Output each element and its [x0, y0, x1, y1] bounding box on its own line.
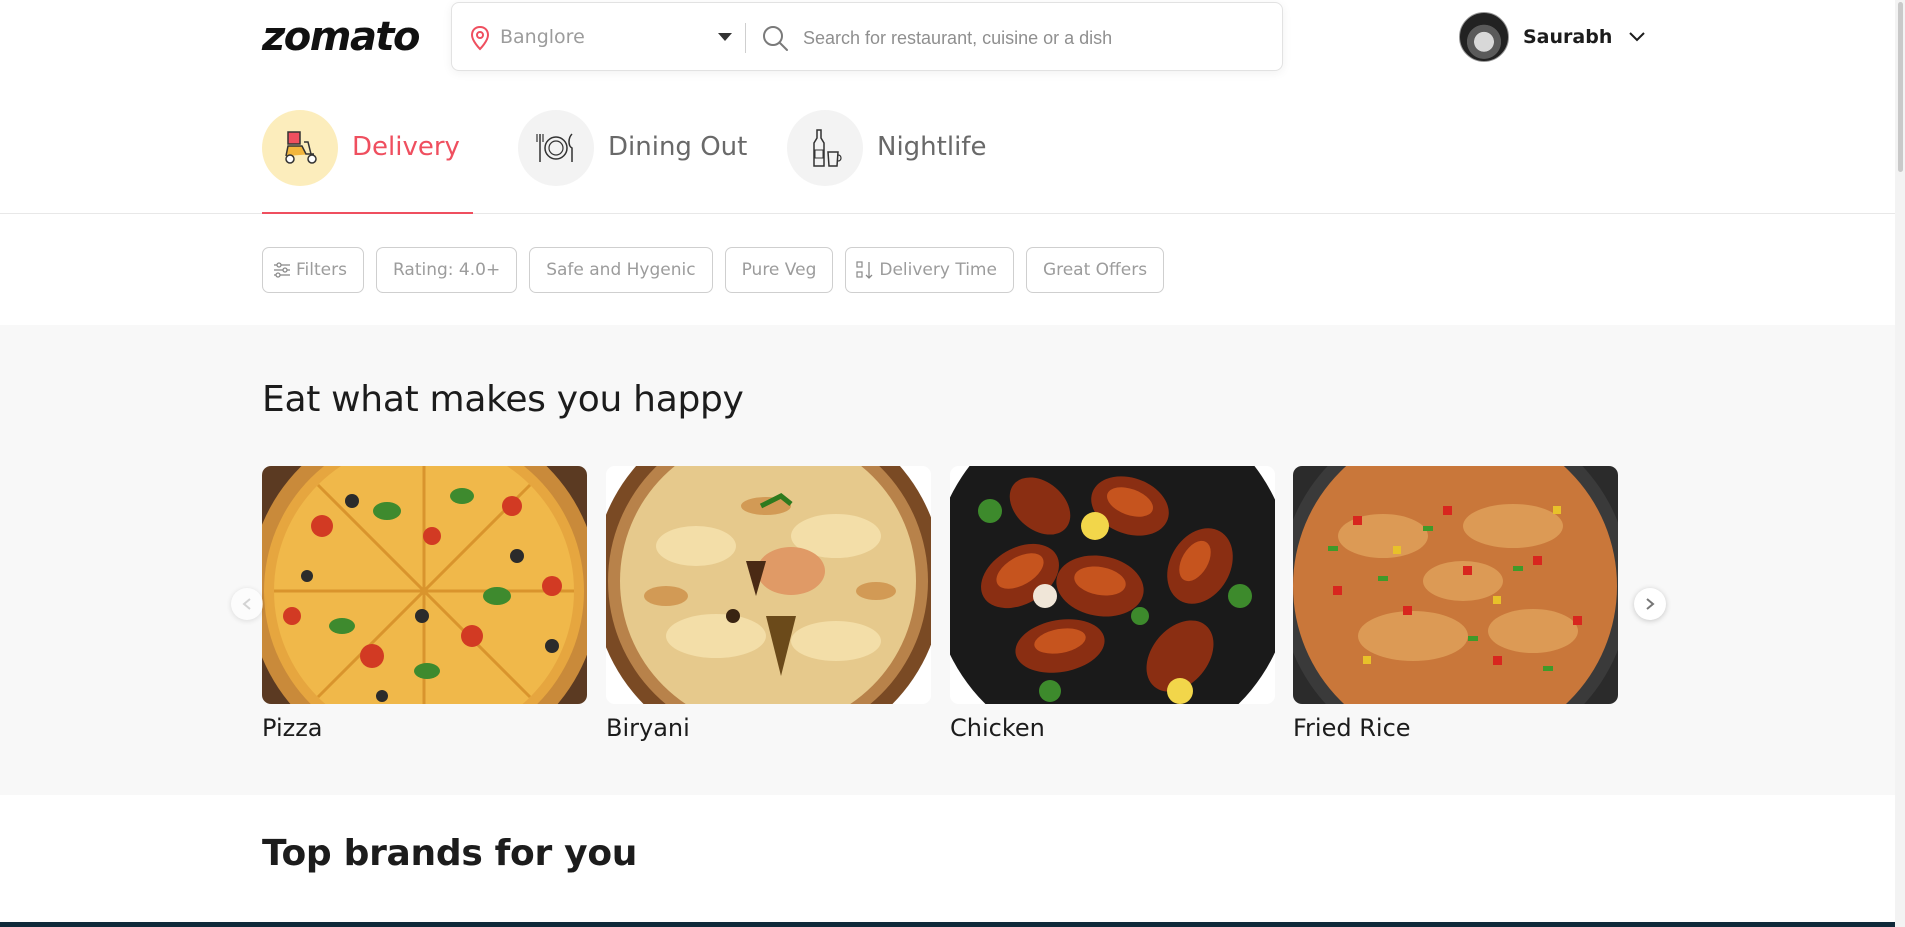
food-image-biryani — [606, 466, 931, 704]
search-icon — [763, 26, 788, 51]
tab-label: Dining Out — [608, 132, 748, 162]
chip-label: Safe and Hygenic — [546, 260, 696, 280]
chevron-down-icon[interactable] — [1628, 31, 1646, 43]
tab-nightlife[interactable]: Nightlife — [787, 110, 986, 214]
tab-delivery[interactable]: Delivery — [262, 110, 473, 214]
dining-icon-circle — [518, 110, 594, 186]
delivery-icon-circle — [262, 110, 338, 186]
location-pin-icon — [470, 25, 490, 51]
section-title: Eat what makes you happy — [262, 379, 744, 420]
chip-label: Pure Veg — [741, 260, 817, 280]
tab-label: Nightlife — [877, 132, 987, 162]
tab-dining-out[interactable]: Dining Out — [518, 110, 747, 214]
filter-chip-pure-veg[interactable]: Pure Veg — [724, 247, 834, 293]
chip-label: Filters — [296, 260, 347, 280]
scrollbar-thumb[interactable] — [1898, 2, 1903, 172]
chevron-left-icon — [242, 598, 251, 610]
food-collection-section: Eat what makes you happy Pizza Biryani C… — [0, 325, 1905, 795]
chip-label: Rating: 4.0+ — [392, 260, 501, 280]
user-profile-menu[interactable]: Saurabh — [1459, 12, 1646, 62]
food-card-name: Fried Rice — [1293, 714, 1411, 742]
filter-chip-delivery-time[interactable]: Delivery Time — [845, 247, 1014, 293]
carousel-next-button[interactable] — [1634, 588, 1666, 620]
food-image-pizza — [262, 466, 587, 704]
food-image-fried-rice — [1293, 466, 1618, 704]
filter-bar: Filters Rating: 4.0+ Safe and Hygenic Pu… — [262, 247, 1165, 293]
sort-icon — [856, 261, 873, 279]
category-tabs: Delivery Dining Out Nightlife — [0, 100, 1905, 214]
top-header: zomato Banglore Saurabh — [0, 0, 1905, 74]
food-carousel: Pizza Biryani Chicken Fried Rice — [262, 466, 1636, 746]
search-divider — [745, 23, 746, 53]
scooter-icon — [285, 131, 317, 164]
filter-chip-great-offers[interactable]: Great Offers — [1025, 247, 1165, 293]
food-image-chicken — [950, 466, 1275, 704]
sliders-icon — [274, 262, 290, 278]
filter-chip-rating[interactable]: Rating: 4.0+ — [375, 247, 518, 293]
food-card-chicken[interactable]: Chicken — [950, 466, 1275, 742]
bottle-glass-icon — [813, 129, 842, 167]
carousel-prev-button[interactable] — [231, 588, 263, 620]
food-card-name: Chicken — [950, 714, 1045, 742]
chevron-right-icon — [1646, 598, 1655, 610]
chip-label: Great Offers — [1042, 260, 1148, 280]
plate-cutlery-icon — [536, 133, 573, 162]
section-title: Top brands for you — [262, 833, 638, 874]
search-input[interactable] — [803, 22, 1263, 54]
filter-chip-safe-hygienic[interactable]: Safe and Hygenic — [529, 247, 713, 293]
food-card-pizza[interactable]: Pizza — [262, 466, 587, 742]
food-card-name: Biryani — [606, 714, 690, 742]
search-bar: Banglore — [451, 2, 1283, 71]
food-card-fried-rice[interactable]: Fried Rice — [1293, 466, 1618, 742]
zomato-logo[interactable]: zomato — [262, 14, 421, 60]
nightlife-icon-circle — [787, 110, 863, 186]
chip-label: Delivery Time — [879, 260, 997, 280]
filter-chip-filters[interactable]: Filters — [262, 247, 364, 293]
food-card-name: Pizza — [262, 714, 323, 742]
location-dropdown-icon[interactable] — [718, 33, 732, 41]
tab-label: Delivery — [352, 132, 460, 162]
food-card-biryani[interactable]: Biryani — [606, 466, 931, 742]
location-text[interactable]: Banglore — [500, 26, 585, 48]
bottom-edge — [0, 922, 1905, 927]
avatar[interactable] — [1459, 12, 1509, 62]
user-name[interactable]: Saurabh — [1523, 26, 1612, 48]
